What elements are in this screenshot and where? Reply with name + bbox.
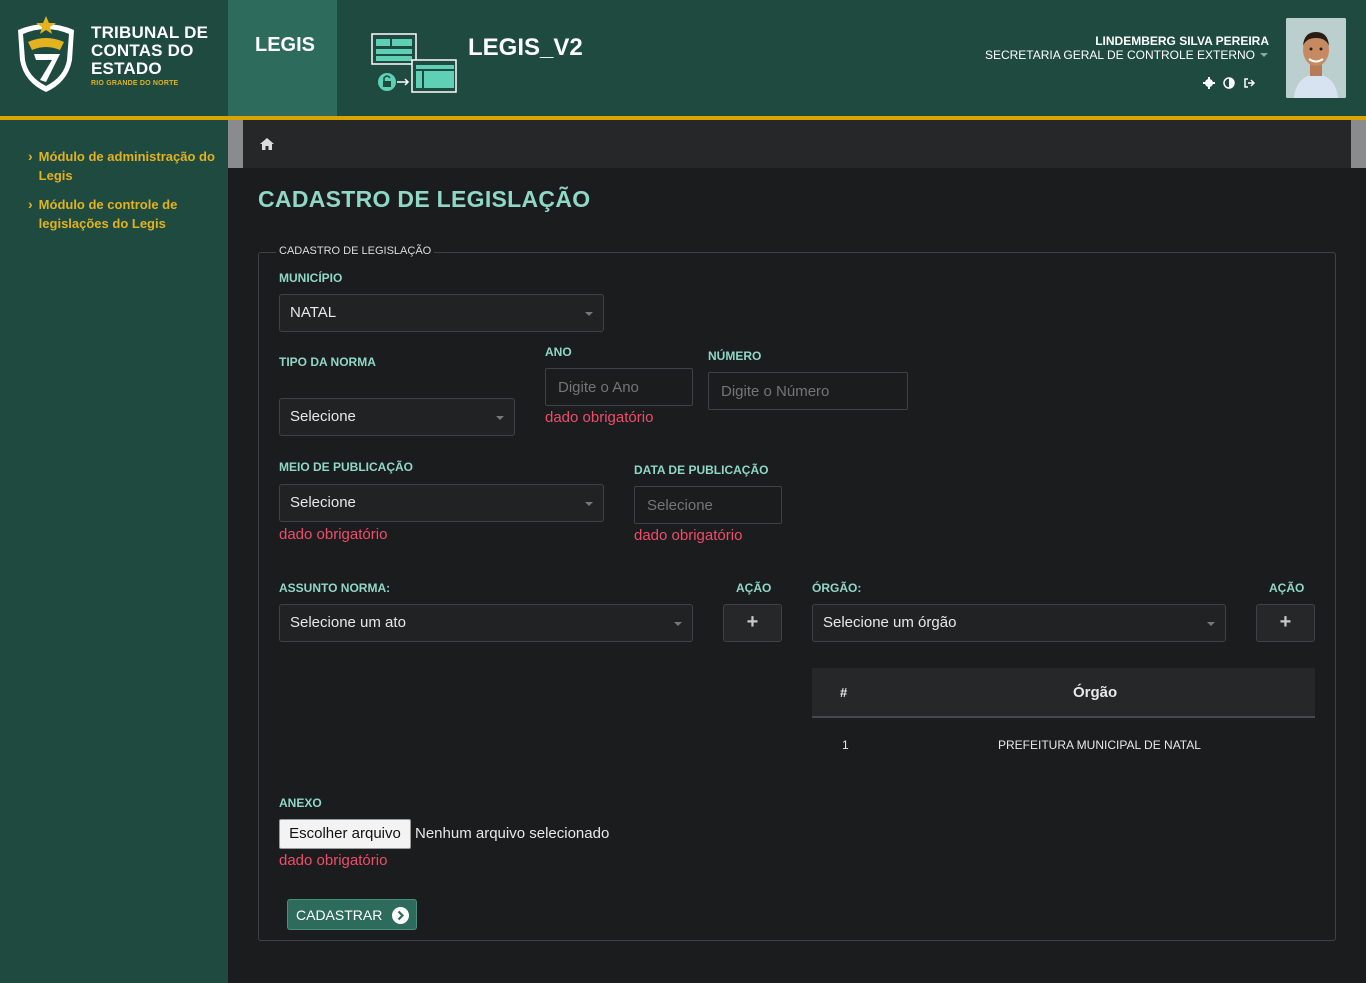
assunto-label: ASSUNTO NORMA: <box>279 581 391 595</box>
table-cell-num: 1 <box>842 738 849 752</box>
orgao-acao-label: AÇÃO <box>1269 581 1305 595</box>
gear-icon[interactable] <box>1203 76 1215 89</box>
chevron-down-icon <box>674 622 682 626</box>
avatar[interactable] <box>1286 18 1346 98</box>
breadcrumb <box>243 120 1351 168</box>
data-publicacao-error: dado obrigatório <box>634 527 743 544</box>
arrow-right-circle-icon <box>392 907 409 924</box>
app-header: TRIBUNAL DE CONTAS DO ESTADO RIO GRANDE … <box>0 0 1366 116</box>
numero-label: NÚMERO <box>708 349 762 363</box>
legis-app-icon <box>371 33 457 93</box>
user-name: LINDEMBERG SILVA PEREIRA <box>1095 34 1269 48</box>
anexo-label: ANEXO <box>279 796 322 810</box>
numero-input[interactable] <box>708 372 908 410</box>
chevron-down-icon <box>585 312 593 316</box>
table-header-orgao: Órgão <box>1073 684 1118 701</box>
meio-publicacao-label: MEIO DE PUBLICAÇÃO <box>279 460 414 474</box>
breadcrumb-edge-right <box>1351 120 1366 168</box>
ano-error: dado obrigatório <box>545 409 654 426</box>
municipio-select[interactable]: NATAL <box>279 294 604 332</box>
sidebar: › Módulo de administração do Legis › Mód… <box>0 120 228 983</box>
municipio-label: MUNICÍPIO <box>279 271 343 285</box>
chevron-down-icon <box>496 416 504 420</box>
app-title: LEGIS_V2 <box>468 34 583 61</box>
tipo-norma-label: TIPO DA NORMA <box>279 355 376 369</box>
breadcrumb-edge-left <box>228 120 243 168</box>
orgao-table-header: # Órgão <box>812 668 1315 718</box>
municipio-value: NATAL <box>290 304 337 321</box>
table-cell-orgao: PREFEITURA MUNICIPAL DE NATAL <box>998 738 1201 752</box>
assunto-value: Selecione um ato <box>290 614 406 631</box>
add-assunto-button[interactable]: + <box>723 604 782 642</box>
add-orgao-button[interactable]: + <box>1256 604 1315 642</box>
sidebar-item-admin-module[interactable]: › Módulo de administração do Legis <box>28 147 218 185</box>
chevron-right-icon: › <box>28 148 33 164</box>
meio-publicacao-error: dado obrigatório <box>279 526 388 543</box>
cadastrar-button[interactable]: CADASTRAR <box>287 899 417 930</box>
user-department: SECRETARIA GERAL DE CONTROLE EXTERNO <box>984 48 1255 62</box>
cadastrar-label: CADASTRAR <box>296 907 383 923</box>
contrast-icon[interactable] <box>1223 76 1235 89</box>
chevron-down-icon <box>585 502 593 506</box>
page-title: CADASTRO DE LEGISLAÇÃO <box>258 186 591 212</box>
meio-publicacao-select[interactable]: Selecione <box>279 484 604 522</box>
file-status: Nenhum arquivo selecionado <box>415 825 610 842</box>
legis-tab-label: LEGIS <box>255 34 316 56</box>
user-menu-caret-icon[interactable] <box>1260 53 1268 57</box>
table-header-num: # <box>840 685 848 700</box>
user-actions <box>1203 76 1256 89</box>
ano-input[interactable] <box>545 368 693 406</box>
orgao-select[interactable]: Selecione um órgão <box>812 604 1226 642</box>
logout-icon[interactable] <box>1243 76 1256 88</box>
assunto-select[interactable]: Selecione um ato <box>279 604 693 642</box>
sidebar-item-control-module[interactable]: › Módulo de controle de legislações do L… <box>28 195 218 233</box>
orgao-value: Selecione um órgão <box>823 614 957 631</box>
sidebar-item-label: Módulo de controle de legislações do Leg… <box>38 197 178 231</box>
anexo-error: dado obrigatório <box>279 852 388 869</box>
orgao-label: ÓRGÃO: <box>812 581 862 595</box>
tipo-norma-select[interactable]: Selecione <box>279 398 515 436</box>
fieldset-legend: CADASTRO DE LEGISLAÇÃO <box>276 245 435 257</box>
home-icon[interactable] <box>260 138 274 150</box>
chevron-right-icon: › <box>28 196 33 212</box>
meio-publicacao-value: Selecione <box>290 494 356 511</box>
sidebar-item-label: Módulo de administração do Legis <box>38 149 215 183</box>
org-subtitle: RIO GRANDE DO NORTE <box>91 80 179 87</box>
org-name: TRIBUNAL DE CONTAS DO ESTADO <box>91 23 209 78</box>
assunto-acao-label: AÇÃO <box>736 581 772 595</box>
choose-file-button[interactable]: Escolher arquivo <box>279 819 411 849</box>
legis-nav-tab[interactable]: LEGIS <box>228 0 337 116</box>
chevron-down-icon <box>1207 622 1215 626</box>
data-publicacao-label: DATA DE PUBLICAÇÃO <box>634 463 769 477</box>
tipo-norma-value: Selecione <box>290 408 356 425</box>
data-publicacao-input[interactable] <box>634 486 782 524</box>
ano-label: ANO <box>545 345 572 359</box>
tce-logo-icon <box>18 16 74 92</box>
